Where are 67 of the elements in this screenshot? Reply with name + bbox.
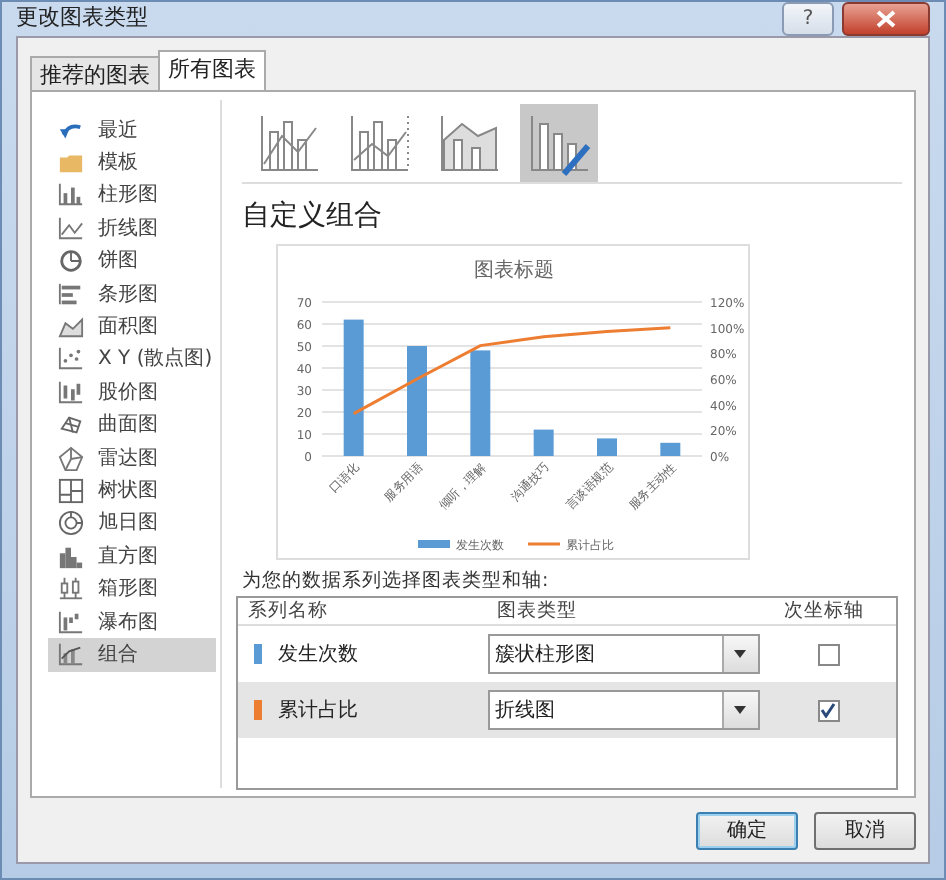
- column-header: 图表类型: [495, 598, 580, 625]
- help-button[interactable]: ?: [782, 2, 834, 36]
- chart-title: 图表标题: [474, 260, 554, 282]
- bar: [470, 350, 491, 456]
- close-icon: [876, 10, 896, 28]
- sunburst-icon: [58, 510, 84, 537]
- sidebar-item[interactable]: 最近: [48, 114, 216, 147]
- tab[interactable]: 所有图表: [158, 50, 266, 90]
- series-prompt: 为您的数据系列选择图表类型和轴:: [242, 568, 551, 596]
- chart-subtype[interactable]: [520, 104, 598, 182]
- sidebar-item[interactable]: 股价图: [48, 376, 216, 410]
- ok-button[interactable]: 确定: [696, 812, 798, 850]
- sidebar-item[interactable]: 曲面图: [48, 409, 216, 442]
- bar: [660, 442, 681, 456]
- sidebar-item[interactable]: 箱形图: [48, 572, 216, 606]
- section-heading: 自定义组合: [242, 198, 384, 236]
- cancel-button[interactable]: 取消: [814, 812, 916, 850]
- bar: [533, 429, 554, 456]
- radar-chart-icon: [58, 445, 84, 472]
- bar: [343, 319, 364, 456]
- column-header: 系列名称: [246, 598, 330, 625]
- sidebar-item[interactable]: 模板: [48, 146, 216, 180]
- clustered-column-line-icon: [257, 111, 321, 175]
- secondary-axis-checkbox[interactable]: [817, 643, 840, 666]
- box-plot-icon: [58, 576, 84, 603]
- combo-chart-icon: [58, 641, 84, 668]
- scatter-chart-icon: [58, 346, 84, 373]
- column-header: 次坐标轴: [782, 598, 867, 625]
- tab[interactable]: 推荐的图表: [30, 56, 160, 90]
- window-title: 更改图表类型: [16, 2, 148, 35]
- column-chart-icon: [58, 182, 84, 209]
- bar-chart-icon: [58, 281, 84, 308]
- bar: [597, 438, 617, 456]
- sidebar-item[interactable]: 折线图: [48, 212, 216, 246]
- dropdown-arrow-icon: [734, 706, 747, 715]
- stacked-area-column-icon: [437, 111, 501, 175]
- sidebar-item[interactable]: 条形图: [48, 277, 216, 311]
- sidebar-item[interactable]: 树状图: [48, 474, 216, 508]
- dropdown-arrow-icon: [734, 650, 747, 659]
- sidebar-item[interactable]: 面积图: [48, 310, 216, 344]
- line-chart-icon: [58, 215, 84, 242]
- sidebar-item[interactable]: 瀑布图: [48, 605, 216, 639]
- custom-combo-icon: [527, 111, 591, 175]
- sidebar-item[interactable]: 雷达图: [48, 441, 216, 475]
- sidebar-item[interactable]: 直方图: [48, 540, 216, 573]
- histogram-icon: [58, 543, 84, 570]
- close-button[interactable]: [842, 2, 930, 36]
- sidebar-item[interactable]: 饼图: [48, 245, 216, 278]
- chart-type-dropdown[interactable]: 折线图: [487, 690, 760, 731]
- folder-icon: [58, 150, 84, 177]
- sidebar-item[interactable]: X Y (散点图): [48, 343, 216, 377]
- column-line-secondary-axis-icon: [347, 111, 411, 175]
- legend-swatch: [418, 540, 450, 548]
- area-chart-icon: [58, 314, 84, 341]
- surface-chart-icon: [58, 412, 84, 439]
- treemap-icon: [58, 477, 84, 504]
- chart-type-dropdown[interactable]: 簇状柱形图: [487, 634, 760, 675]
- secondary-axis-checkbox[interactable]: [817, 699, 840, 722]
- bar: [407, 346, 427, 456]
- sidebar-item[interactable]: 旭日图: [48, 507, 216, 541]
- sidebar-item[interactable]: 柱形图: [48, 179, 216, 213]
- waterfall-chart-icon: [58, 609, 84, 636]
- pie-chart-icon: [58, 248, 84, 275]
- series-name: 发生次数: [278, 641, 358, 670]
- sidebar-item[interactable]: 组合: [48, 638, 216, 672]
- series-name: 累计占比: [278, 697, 358, 726]
- stock-chart-icon: [58, 379, 84, 406]
